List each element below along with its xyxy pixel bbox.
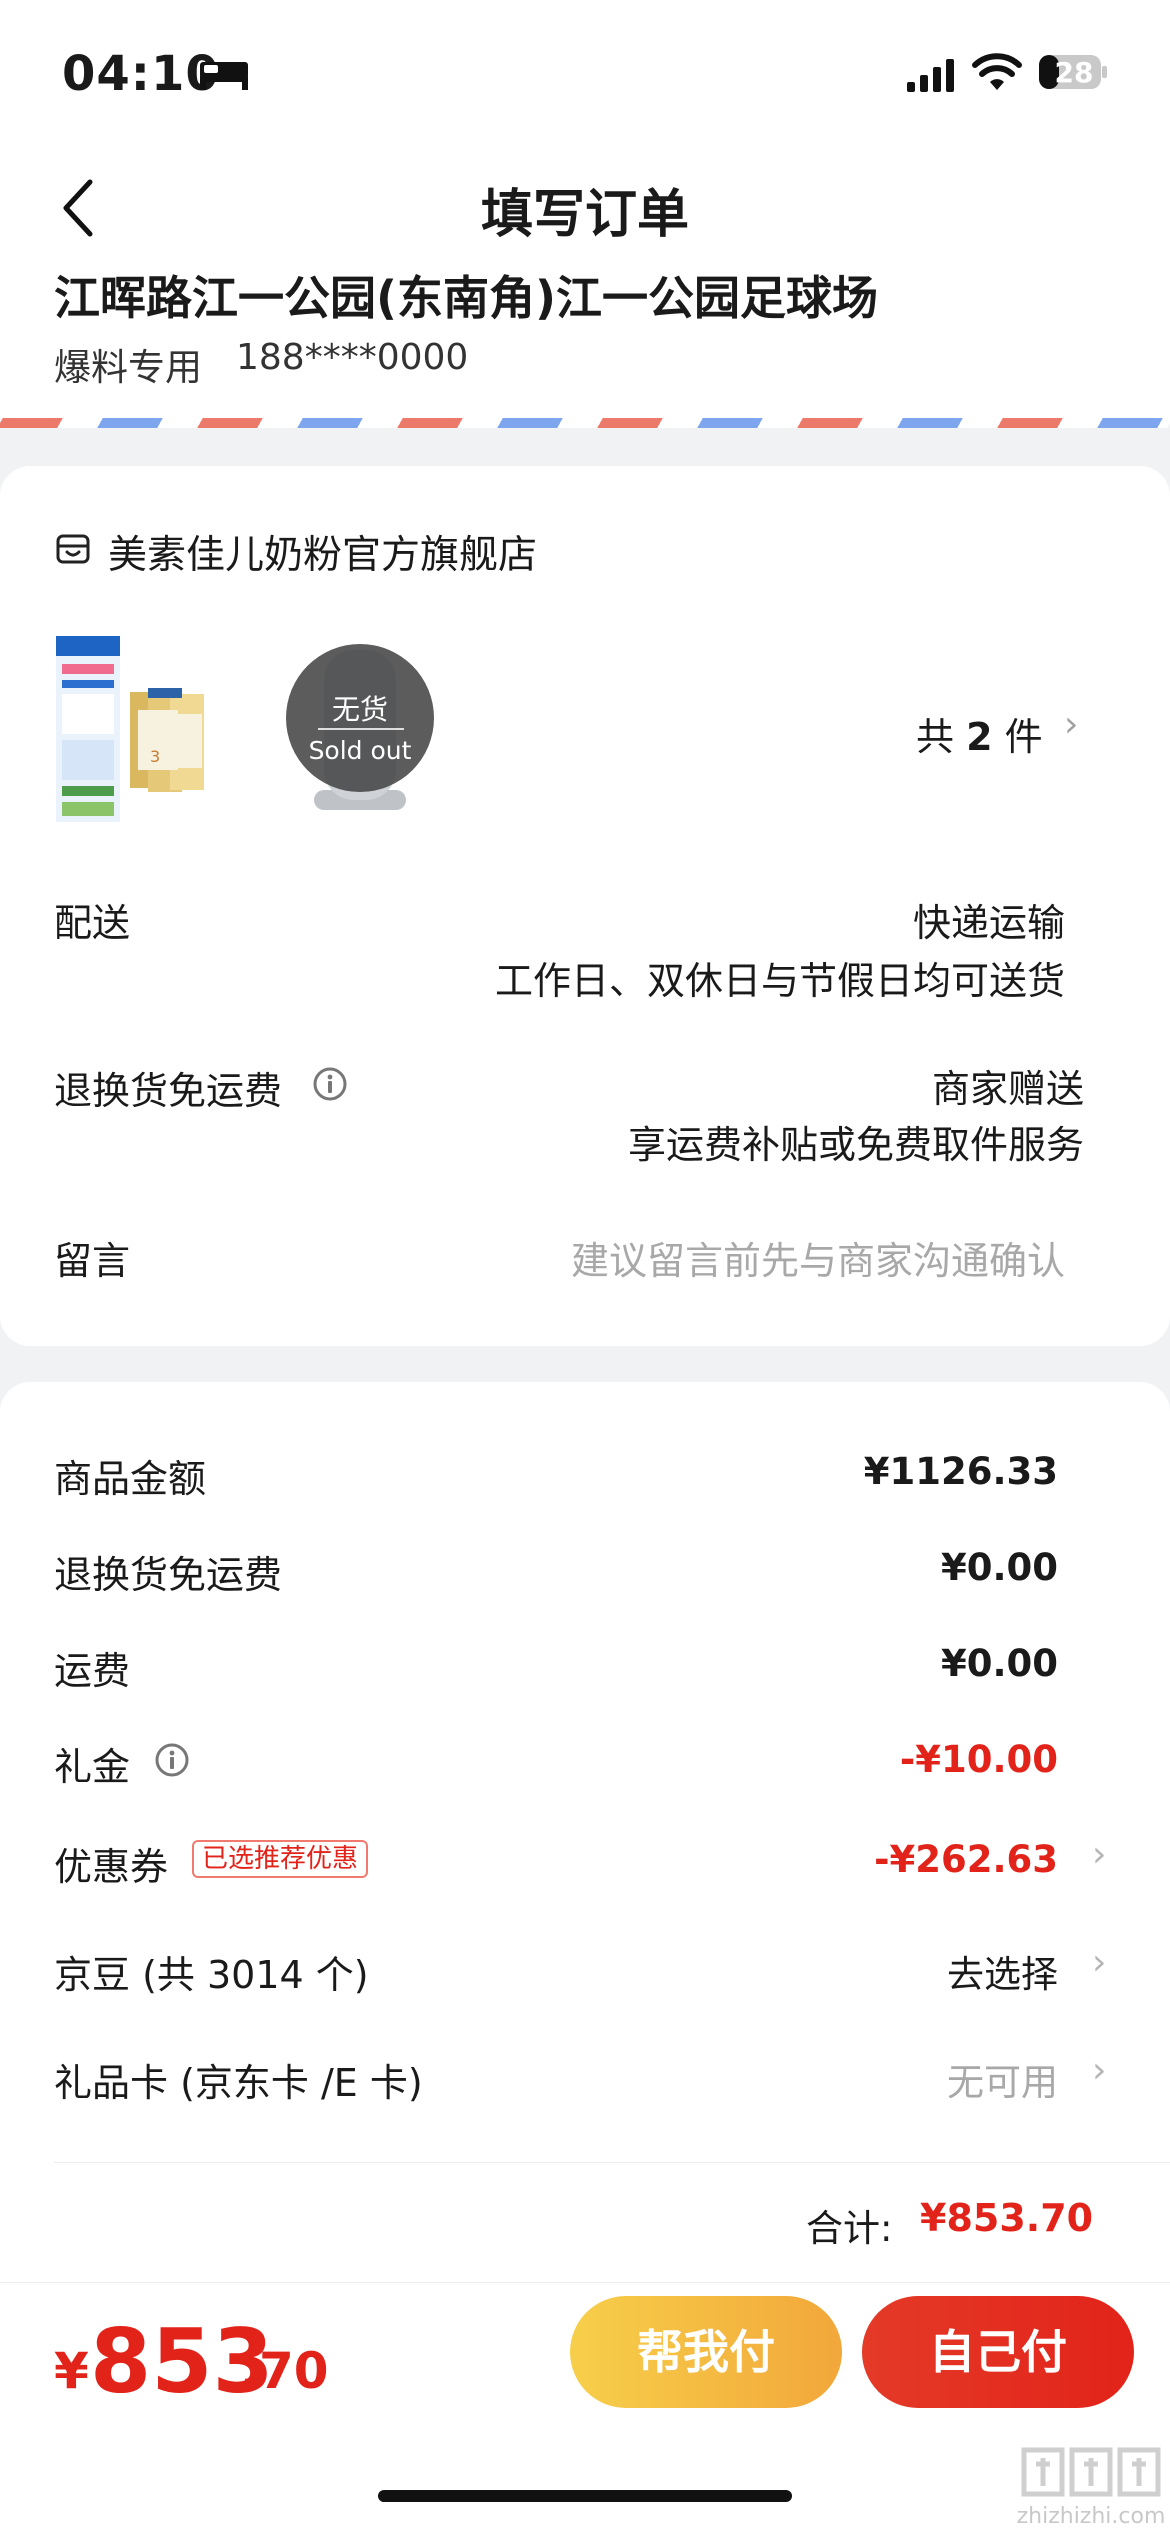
- bottom-bar-border: [0, 2282, 1170, 2283]
- soldout-label-cn: 无货: [331, 693, 388, 726]
- soldout-label-en: Sold out: [308, 736, 412, 765]
- delivery-note: 工作日、双休日与节假日均可送货: [494, 959, 1065, 1003]
- delivery-method[interactable]: 快递运输: [913, 892, 1065, 947]
- bed-icon: [200, 62, 248, 90]
- contact-phone: 188****0000: [236, 337, 469, 378]
- shipping-value: ¥0.00: [940, 1642, 1058, 1685]
- chevron-right-icon[interactable]: ›: [1092, 1834, 1106, 1875]
- battery-level: 28: [1054, 56, 1094, 89]
- return-shipping-label: 退换货免运费: [54, 1069, 283, 1113]
- delivery-label: 配送: [54, 901, 131, 945]
- message-input[interactable]: 建议留言前先与商家沟通确认: [571, 1230, 1065, 1285]
- return-shipping-note: 享运费补贴或免费取件服务: [627, 1123, 1084, 1167]
- price-decimal: .70: [240, 2342, 329, 2400]
- coupon-label: 优惠券: [54, 1845, 169, 1889]
- goods-amount-label: 商品金额: [54, 1457, 207, 1501]
- item-count-prefix: 共: [916, 715, 955, 759]
- item-count-suffix: 件: [1004, 715, 1043, 759]
- jingdou-label: 京豆 (共 3014 个): [54, 1953, 369, 1997]
- product-thumbnail[interactable]: 3: [52, 634, 242, 824]
- soldout-divider: [318, 728, 404, 730]
- info-icon[interactable]: [312, 1066, 348, 1102]
- delivery-address[interactable]: 江晖路江一公园(东南角)江一公园足球场: [54, 262, 878, 328]
- item-count-number: 2: [966, 715, 993, 759]
- price-currency: ¥: [54, 2342, 89, 2400]
- message-label: 留言: [54, 1239, 131, 1283]
- signal-icon: [907, 59, 954, 92]
- watermark-text: zhizhizhi.com: [1016, 2504, 1166, 2529]
- return-fee-value: ¥0.00: [940, 1546, 1058, 1589]
- contact-name: 爆料专用: [54, 346, 202, 389]
- fee-card: [0, 1382, 1170, 2282]
- svg-text:3: 3: [150, 747, 160, 766]
- wifi-icon: [972, 53, 1022, 90]
- info-icon[interactable]: [154, 1742, 190, 1778]
- total-value: ¥853.70: [920, 2196, 1094, 2240]
- coupon-badge: 已选推荐优惠: [192, 1840, 369, 1878]
- jingdou-value[interactable]: 去选择: [947, 1944, 1058, 1998]
- airmail-divider: [0, 418, 1170, 428]
- goods-amount-value: ¥1126.33: [863, 1450, 1058, 1493]
- shipping-label: 运费: [54, 1649, 131, 1693]
- home-indicator[interactable]: [378, 2490, 792, 2502]
- chevron-right-icon[interactable]: ›: [1064, 704, 1078, 745]
- store-icon: [56, 534, 90, 564]
- gift-card-value[interactable]: 无可用: [947, 2052, 1058, 2106]
- return-shipping-value: 商家赠送: [931, 1067, 1084, 1111]
- chevron-right-icon[interactable]: ›: [1092, 2050, 1106, 2091]
- return-fee-label: 退换货免运费: [54, 1553, 283, 1597]
- self-pay-button[interactable]: 自己付: [862, 2296, 1134, 2408]
- help-pay-button[interactable]: 帮我付: [570, 2296, 842, 2408]
- item-count[interactable]: 共 2 件: [916, 706, 1043, 761]
- gift-money-label: 礼金: [54, 1745, 131, 1789]
- gift-card-label: 礼品卡 (京东卡 /E 卡): [54, 2061, 423, 2105]
- total-label: 合计:: [806, 2207, 893, 2250]
- status-time: 04:10: [62, 46, 220, 102]
- page-title: 填写订单: [480, 185, 689, 245]
- chevron-right-icon[interactable]: ›: [1092, 1942, 1106, 1983]
- fee-divider: [54, 2162, 1170, 2163]
- coupon-value[interactable]: -¥262.63: [874, 1838, 1058, 1881]
- gift-money-value: -¥10.00: [899, 1738, 1058, 1781]
- store-name[interactable]: 美素佳儿奶粉官方旗舰店: [108, 524, 537, 580]
